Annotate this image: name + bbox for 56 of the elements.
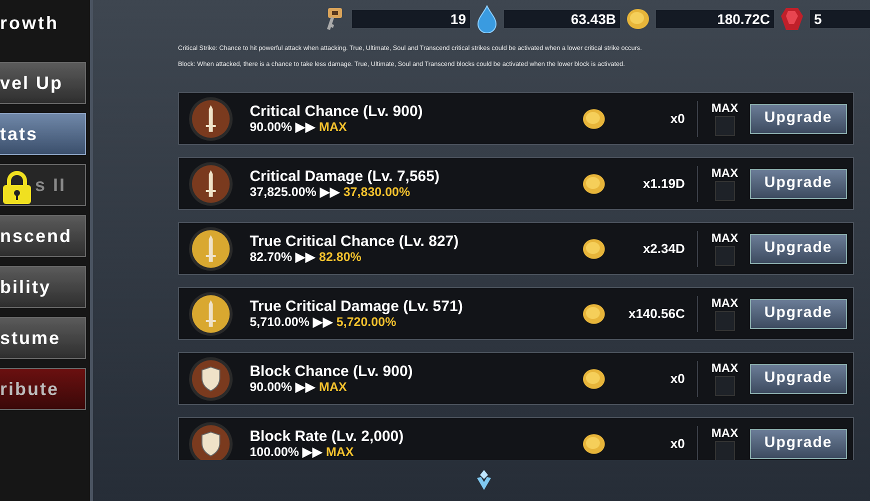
upgrade-button[interactable]: Upgrade — [750, 104, 848, 134]
coin-icon — [582, 172, 606, 194]
max-label: MAX — [710, 296, 740, 310]
upgrade-button[interactable]: Upgrade — [750, 364, 848, 394]
coin-icon — [582, 238, 606, 260]
stat-title: Block Rate (Lv. 2,000) — [250, 428, 405, 444]
down-arrow-icon[interactable] — [476, 468, 492, 491]
sidebar-tab[interactable]: tats — [0, 113, 86, 155]
currency-amount: 19 — [352, 10, 470, 28]
stat-values: 5,710.00% ▶▶ 5,720.00% — [250, 314, 398, 330]
max-label: MAX — [710, 166, 740, 180]
lock-icon — [2, 171, 32, 205]
cost-text: x0 — [669, 370, 685, 388]
cost-text: x0 — [669, 110, 685, 128]
max-checkbox[interactable] — [714, 311, 735, 331]
coin-icon — [582, 108, 606, 130]
stat-title: True Critical Chance (Lv. 827) — [250, 232, 460, 250]
sidebar-tab[interactable]: stume — [0, 317, 86, 359]
max-label: MAX — [710, 101, 740, 115]
stat-title: True Critical Damage (Lv. 571) — [250, 298, 464, 314]
sidebar-tab[interactable]: vel Up — [0, 62, 86, 104]
stat-title: Critical Damage (Lv. 7,565) — [250, 168, 440, 184]
stat-values: 90.00% ▶▶ MAX — [250, 380, 348, 394]
sidebar-tab[interactable]: ribute — [0, 368, 86, 410]
stat-values: 90.00% ▶▶ MAX — [250, 120, 348, 134]
max-checkbox[interactable] — [714, 441, 735, 460]
stat-values: 82.70% ▶▶ 82.80% — [250, 250, 362, 264]
sidebar-tab[interactable]: bility — [0, 266, 86, 308]
upgrade-button[interactable]: Upgrade — [750, 168, 848, 198]
cost-text: x0 — [669, 434, 685, 453]
max-checkbox[interactable] — [714, 246, 735, 266]
upgrade-button[interactable]: Upgrade — [750, 234, 848, 264]
currency-amount: 63.43B — [504, 10, 620, 28]
sidebar-tab[interactable]: s II — [0, 164, 86, 206]
coin-icon — [582, 432, 606, 454]
upgrade-button[interactable]: Upgrade — [750, 298, 848, 328]
stat-title: Critical Chance (Lv. 900) — [250, 102, 424, 120]
cost-text: x1.19D — [642, 174, 685, 193]
cost-text: x2.34D — [642, 240, 685, 258]
stat-values: 37,825.00% ▶▶ 37,830.00% — [250, 184, 412, 200]
stat-values: 100.00% ▶▶ MAX — [250, 444, 355, 460]
max-label: MAX — [710, 361, 740, 375]
max-checkbox[interactable] — [714, 181, 735, 201]
currency-amount: 5 — [810, 10, 870, 28]
upgrade-button[interactable]: Upgrade — [750, 428, 848, 458]
max-checkbox[interactable] — [714, 116, 735, 136]
max-checkbox[interactable] — [714, 376, 735, 396]
max-label: MAX — [710, 231, 740, 245]
coin-icon — [582, 302, 606, 324]
panel-title: rowth — [0, 12, 60, 35]
sidebar-tab[interactable]: nscend — [0, 215, 86, 257]
max-label: MAX — [710, 426, 740, 440]
stat-title: Block Chance (Lv. 900) — [250, 362, 414, 380]
currency-amount: 180.72C — [656, 10, 774, 28]
coin-icon — [582, 368, 606, 390]
cost-text: x140.56C — [627, 304, 685, 323]
